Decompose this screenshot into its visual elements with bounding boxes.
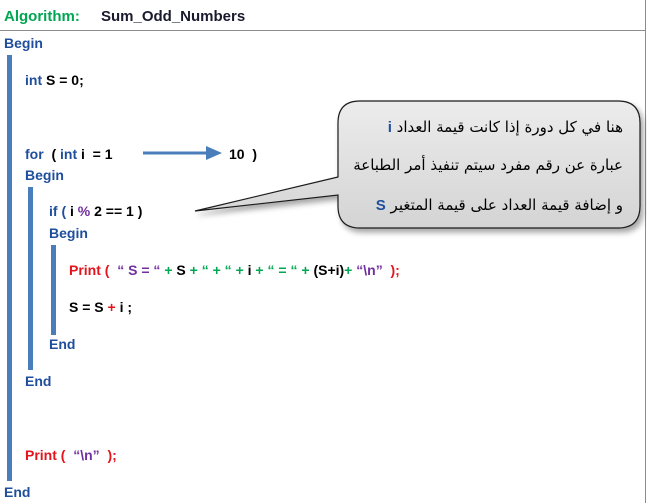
- callout-line-1: هنا في كل دورة إذا كانت قيمة العداد i: [387, 118, 623, 136]
- callout-var-s: S: [375, 197, 386, 214]
- callout-line-2: عبارة عن رقم مفرد سيتم تنفيذ أمر الطباعة: [353, 156, 623, 174]
- callout-var-i: i: [387, 119, 392, 136]
- diagram-overlay: [143, 100, 641, 229]
- callout-line-3: و إضافة قيمة العداد على قيمة المتغير S: [375, 196, 623, 214]
- range-arrow: [143, 146, 222, 160]
